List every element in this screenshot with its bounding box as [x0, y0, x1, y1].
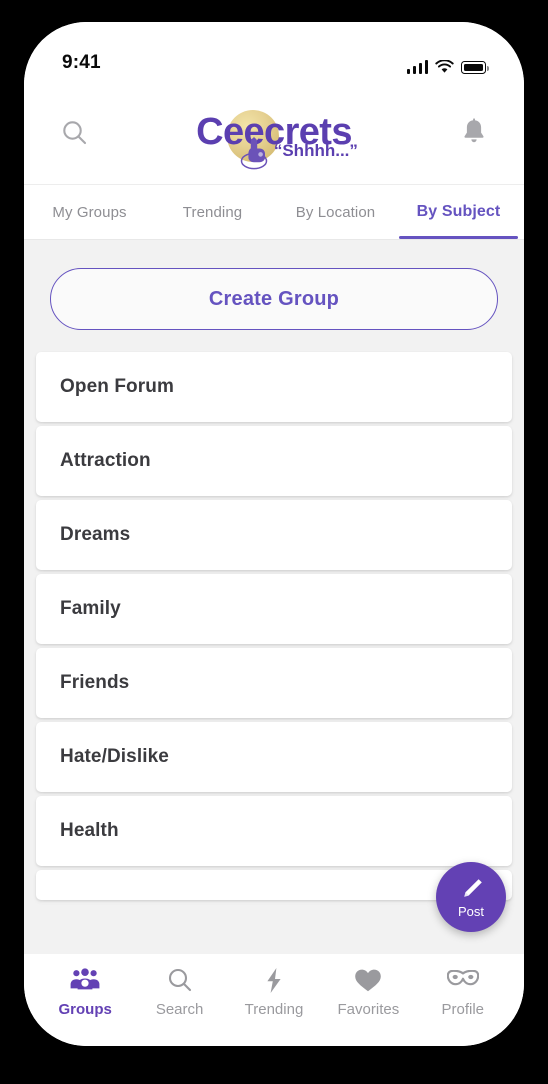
list-item[interactable]: Attraction	[36, 426, 512, 496]
lightning-bolt-icon	[264, 966, 284, 994]
search-icon[interactable]	[50, 108, 98, 156]
nav-label: Search	[155, 1001, 204, 1018]
nav-label: Profile	[441, 1001, 485, 1018]
battery-full-icon	[461, 61, 489, 74]
tab-by-subject[interactable]: By Subject	[397, 185, 520, 239]
nav-item-groups[interactable]: Groups	[42, 966, 128, 1018]
group-name: Dreams	[60, 524, 131, 545]
mask-icon	[446, 966, 479, 994]
tab-label: My Groups	[52, 203, 127, 221]
tab-my-groups[interactable]: My Groups	[28, 185, 151, 239]
list-item[interactable]: Hate/Dislike	[36, 722, 512, 792]
tab-label: By Subject	[416, 203, 501, 220]
group-name: Open Forum	[60, 376, 174, 397]
nav-item-search[interactable]: Search	[137, 966, 223, 1018]
group-name: Family	[60, 598, 121, 619]
group-list: Open Forum Attraction Dreams Family Frie…	[26, 352, 522, 900]
bell-icon[interactable]	[450, 108, 498, 156]
people-group-icon	[70, 966, 100, 994]
cellular-bars-icon	[406, 60, 428, 74]
screenshot-stage: 9:41 C ee crets “Shhhh...” My Groups Tre…	[0, 0, 548, 1084]
pen-icon	[463, 879, 482, 897]
nav-item-profile[interactable]: Profile	[420, 966, 506, 1018]
nav-item-trending[interactable]: Trending	[231, 966, 317, 1018]
logo-text-start: C	[196, 111, 223, 153]
create-group-section: Create Group	[26, 240, 522, 352]
post-fab-label: Post	[457, 904, 484, 919]
phone-frame: 9:41 C ee crets “Shhhh...” My Groups Tre…	[24, 22, 524, 1046]
list-item[interactable]: Health	[36, 796, 512, 866]
nav-label: Trending	[244, 1001, 304, 1018]
status-bar-time: 9:41	[62, 52, 101, 73]
logo-tagline: “Shhhh...”	[273, 141, 358, 160]
heart-icon	[354, 966, 382, 994]
create-group-button[interactable]: Create Group	[50, 268, 498, 330]
groups-scroll-area[interactable]: Create Group Open Forum Attraction Dream…	[24, 240, 524, 954]
wifi-icon	[435, 60, 454, 73]
status-bar: 9:41	[24, 22, 524, 80]
tab-by-location[interactable]: By Location	[274, 185, 397, 239]
group-name: Health	[60, 820, 119, 841]
nav-item-favorites[interactable]: Favorites	[325, 966, 411, 1018]
search-icon	[167, 966, 193, 994]
group-name: Attraction	[60, 450, 151, 471]
nav-label: Groups	[58, 1001, 112, 1018]
post-fab-button[interactable]: Post	[436, 862, 506, 932]
tab-trending[interactable]: Trending	[151, 185, 274, 239]
tab-label: By Location	[295, 203, 376, 221]
create-group-label: Create Group	[208, 287, 340, 310]
list-item[interactable]: Dreams	[36, 500, 512, 570]
group-name: Friends	[60, 672, 130, 693]
category-tabs: My Groups Trending By Location By Subjec…	[24, 184, 524, 240]
list-item[interactable]: Friends	[36, 648, 512, 718]
group-name: Hate/Dislike	[60, 746, 169, 767]
list-item[interactable]: Open Forum	[36, 352, 512, 422]
nav-label: Favorites	[337, 1001, 400, 1018]
status-bar-icons	[406, 60, 489, 74]
bottom-navigation: Groups Search Trending Favorites Profile	[24, 954, 524, 1046]
shush-finger-icon	[240, 136, 268, 170]
list-item[interactable]: Family	[36, 574, 512, 644]
phone-screen: 9:41 C ee crets “Shhhh...” My Groups Tre…	[24, 22, 524, 1046]
app-header: C ee crets “Shhhh...”	[24, 80, 524, 184]
tab-label: Trending	[182, 203, 243, 221]
app-logo: C ee crets “Shhhh...”	[196, 108, 358, 170]
